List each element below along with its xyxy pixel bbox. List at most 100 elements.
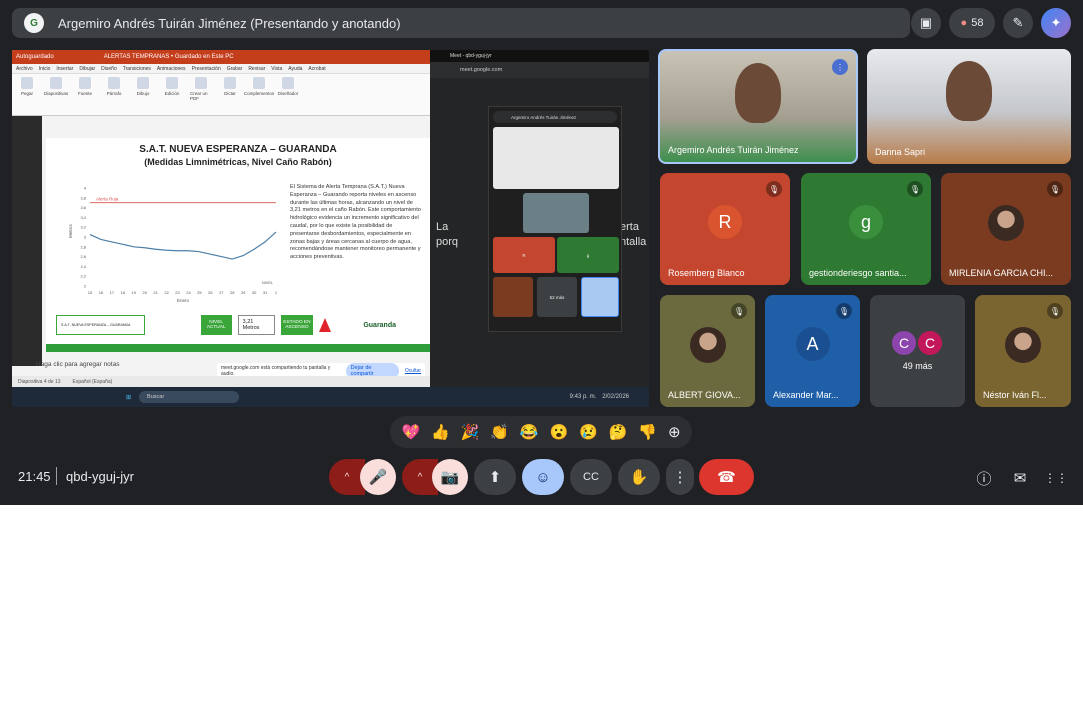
browser-address[interactable]: meet.google.com [430, 62, 649, 78]
ribbon-button[interactable]: Dibujo [132, 77, 154, 112]
y-tick-label: 3,8 [80, 195, 86, 200]
reaction-emoji[interactable]: 👍 [431, 423, 450, 441]
ppt-menu-item[interactable]: Archivo [16, 66, 33, 72]
inner-slide-preview [493, 127, 619, 189]
ribbon-icon [282, 77, 294, 89]
browser-tab[interactable]: Meet - qbd-yguj-jyr [430, 50, 649, 62]
ppt-menu-item[interactable]: Inicio [39, 66, 51, 72]
x-axis-label: Enero [177, 298, 190, 303]
participant-video [946, 61, 992, 121]
presenter-logo-icon: G [24, 13, 44, 33]
ribbon-button[interactable]: Pegar [16, 77, 38, 112]
ribbon-label: Complementos [243, 91, 275, 96]
participant-tile[interactable]: C C 49 más [870, 295, 965, 407]
taskbar-search[interactable]: Buscar [139, 391, 240, 403]
captions-icon[interactable]: CC [570, 459, 612, 495]
ppt-menu: Archivo Inicio Insertar Dibujar Diseño Transi… [12, 64, 430, 74]
reaction-emoji[interactable]: 👏 [490, 423, 509, 441]
ppt-menu-item[interactable]: Dibujar [79, 66, 95, 72]
ppt-ribbon: Pegar Diapositivas Fuente Párrafo Dibujo Edic… [12, 74, 430, 116]
participant-tile[interactable]: 🎙 MIRLENIA GARCIA CHI... [941, 173, 1071, 285]
activities-icon[interactable]: ⋮⋮ [1044, 467, 1068, 489]
ppt-statusbar: Diapositiva 4 de 13 Español (España) [12, 376, 430, 387]
stop-presenting-icon[interactable]: ▣ [911, 8, 941, 38]
gemini-icon[interactable]: ✦ [1041, 8, 1071, 38]
ppt-menu-item[interactable]: Presentación [192, 66, 221, 72]
inner-meet-window: Argemiro Andrés Tuirán Jiménez R g 52 má… [488, 106, 622, 332]
windows-taskbar: ⊞ Buscar 9:43 p. m. 2/02/2026 [12, 387, 649, 407]
present-screen-icon[interactable]: ⬆ [474, 459, 516, 495]
reaction-emoji[interactable]: 🎉 [461, 423, 480, 441]
slide-green-strip [46, 344, 430, 352]
mic-muted-icon: 🎙 [1047, 303, 1063, 319]
ribbon-button[interactable]: Diapositivas [44, 77, 68, 112]
participant-name: MIRLENIA GARCIA CHI... [949, 268, 1054, 278]
ribbon-icon [253, 77, 265, 89]
participant-tile[interactable]: 🎙 ALBERT GIOVA... [660, 295, 755, 407]
ppt-menu-item[interactable]: Insertar [56, 66, 73, 72]
ribbon-button[interactable]: Dictar [219, 77, 241, 112]
mic-off-icon[interactable]: 🎤 [360, 459, 396, 495]
participant-name: Danna Sapri [875, 147, 926, 157]
annotate-pen-icon[interactable]: ✎ [1003, 8, 1033, 38]
avatar [1005, 327, 1041, 364]
info-icon[interactable]: ⓘ [973, 467, 995, 489]
y-tick-label: 2,6 [80, 254, 86, 259]
hide-button[interactable]: Ocultar [405, 368, 421, 374]
x-tick-label: 26 [208, 290, 213, 295]
reaction-emoji[interactable]: 😮 [550, 423, 569, 441]
leave-call-icon[interactable]: ☎ [699, 459, 754, 495]
reaction-emoji[interactable]: 👎 [638, 423, 657, 441]
ribbon-button[interactable]: Fuente [74, 77, 96, 112]
participant-tile[interactable]: g 🎙 gestionderiesgo santia... [801, 173, 931, 285]
y-axis-label: Metros [68, 223, 73, 238]
ribbon-button[interactable]: Diseñador [277, 77, 299, 112]
alert-label: Alerta Roja [96, 197, 119, 202]
participants-button[interactable]: ● 58 [949, 8, 995, 38]
avatar: C [916, 329, 944, 357]
emoji-icon[interactable]: ☺ [522, 459, 564, 495]
ribbon-label: Dictar [224, 91, 236, 96]
series-line [89, 231, 277, 260]
footer-caption: S.A.T. NUEVA ESPERANZA – GUARANDA [56, 315, 145, 335]
meeting-clock: 21:45 [18, 469, 51, 484]
ppt-menu-item[interactable]: Acrobat [308, 66, 325, 72]
participant-tile[interactable]: A 🎙 Alexander Mar... [765, 295, 860, 407]
reaction-emoji[interactable]: 🤔 [609, 423, 628, 441]
participant-tile[interactable]: Danna Sapri [867, 49, 1071, 164]
participant-tile[interactable]: R 🎙 Rosemberg Blanco [660, 173, 790, 285]
ppt-menu-item[interactable]: Transiciones [123, 66, 151, 72]
ppt-menu-item[interactable]: Grabar [227, 66, 243, 72]
more-reactions-icon[interactable]: ⊕ [668, 423, 681, 441]
ribbon-label: Edición [164, 91, 180, 96]
ppt-menu-item[interactable]: Ayuda [288, 66, 302, 72]
participant-tile[interactable]: ⋮ Argemiro Andrés Tuirán Jiménez [658, 49, 858, 164]
more-options-icon[interactable]: ⋮ [666, 459, 694, 495]
ribbon-button[interactable]: Párrafo [103, 77, 125, 112]
reaction-emoji[interactable]: 😂 [520, 423, 539, 441]
ppt-menu-item[interactable]: Vista [271, 66, 282, 72]
camera-off-icon[interactable]: 📷 [432, 459, 468, 495]
windows-start-icon[interactable]: ⊞ [126, 394, 131, 401]
ribbon-button[interactable]: Complementos [244, 77, 274, 112]
raise-hand-icon[interactable]: ✋ [618, 459, 660, 495]
x-tick-label: 23 [175, 290, 180, 295]
reaction-emoji[interactable]: 😢 [579, 423, 598, 441]
y-tick-label: 3,6 [80, 205, 86, 210]
speaking-indicator-icon: ⋮ [832, 59, 848, 75]
ppt-menu-item[interactable]: Revisar [248, 66, 265, 72]
chat-icon[interactable]: ✉ [1009, 467, 1031, 489]
reaction-emoji[interactable]: 💖 [401, 423, 420, 441]
ribbon-icon [195, 77, 207, 89]
taskbar-date: 2/02/2026 [602, 394, 629, 400]
x-tick-label: 27 [219, 290, 224, 295]
ribbon-label: Diseñador [277, 91, 299, 96]
ppt-menu-item[interactable]: Animaciones [157, 66, 186, 72]
ribbon-button[interactable]: Crear un PDF [190, 77, 212, 112]
participant-tile[interactable]: 🎙 Néstor Iván Fl... [975, 295, 1071, 407]
avatar [689, 327, 726, 364]
ppt-menu-item[interactable]: Diseño [101, 66, 117, 72]
ribbon-button[interactable]: Edición [161, 77, 183, 112]
notes-placeholder[interactable]: Haga clic para agregar notas [36, 361, 119, 368]
top-right-actions: ▣ ● 58 ✎ ✦ [911, 8, 1071, 38]
